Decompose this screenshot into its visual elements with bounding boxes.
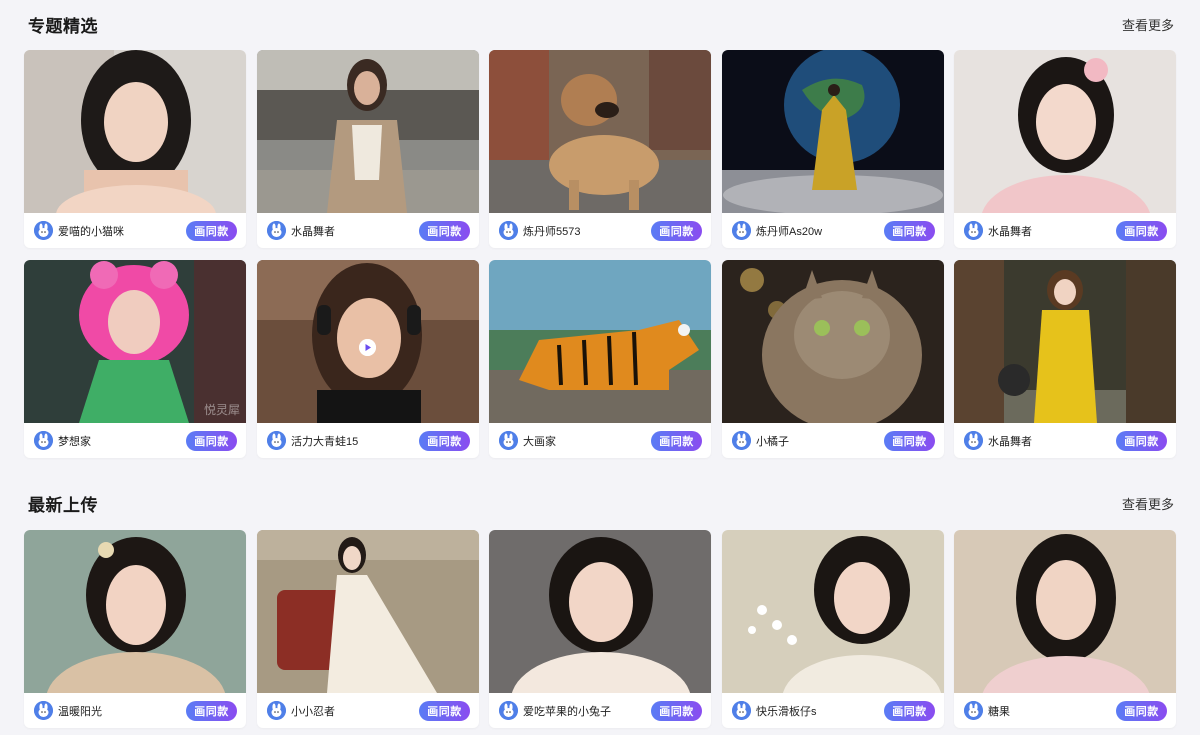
draw-same-button[interactable]: 画同款 — [186, 220, 237, 241]
view-more-link[interactable]: 查看更多 — [1122, 15, 1174, 34]
draw-same-button[interactable]: 画同款 — [419, 700, 470, 721]
username[interactable]: 活力大青蛙15 — [291, 433, 419, 449]
username[interactable]: 大画家 — [523, 433, 651, 449]
card-footer: 小小忍者 画同款 — [257, 693, 479, 728]
username[interactable]: 炼丹师5573 — [523, 223, 651, 239]
artwork-thumbnail[interactable] — [257, 50, 479, 213]
artwork-card[interactable]: 大画家 画同款 — [489, 260, 711, 458]
artwork-card[interactable]: 快乐滑板仔s 画同款 — [722, 530, 944, 728]
card-footer: 炼丹师As20w 画同款 — [722, 213, 944, 248]
user-avatar[interactable] — [732, 431, 751, 450]
user-avatar[interactable] — [499, 221, 518, 240]
user-avatar[interactable] — [34, 701, 53, 720]
artwork-card[interactable]: 小小忍者 画同款 — [257, 530, 479, 728]
artwork-thumbnail[interactable] — [954, 50, 1176, 213]
artwork-thumbnail[interactable] — [489, 50, 711, 213]
username[interactable]: 温暖阳光 — [58, 703, 186, 719]
artwork-card[interactable]: 炼丹师As20w 画同款 — [722, 50, 944, 248]
user-avatar[interactable] — [499, 701, 518, 720]
username[interactable]: 小橘子 — [756, 433, 884, 449]
artwork-thumbnail[interactable] — [257, 530, 479, 693]
username[interactable]: 爱吃苹果的小兔子 — [523, 703, 651, 719]
draw-same-button[interactable]: 画同款 — [1116, 430, 1167, 451]
artwork-card[interactable]: 小橘子 画同款 — [722, 260, 944, 458]
artwork-card[interactable]: 活力大青蛙15 画同款 — [257, 260, 479, 458]
artwork-thumbnail[interactable] — [722, 50, 944, 213]
artwork-thumbnail[interactable] — [489, 260, 711, 423]
artwork-thumbnail[interactable] — [954, 530, 1176, 693]
artwork-card[interactable]: 糖果 画同款 — [954, 530, 1176, 728]
card-footer: 小橘子 画同款 — [722, 423, 944, 458]
draw-same-button[interactable]: 画同款 — [1116, 220, 1167, 241]
section-header: 专题精选 查看更多 — [28, 9, 1174, 39]
artwork-thumbnail[interactable] — [954, 260, 1176, 423]
username[interactable]: 水晶舞者 — [291, 223, 419, 239]
username[interactable]: 水晶舞者 — [988, 223, 1116, 239]
artwork-card[interactable]: 水晶舞者 画同款 — [954, 260, 1176, 458]
play-icon[interactable] — [359, 339, 376, 356]
username[interactable]: 小小忍者 — [291, 703, 419, 719]
artwork-card[interactable]: 温暖阳光 画同款 — [24, 530, 246, 728]
artwork-card[interactable]: 水晶舞者 画同款 — [954, 50, 1176, 248]
artwork-thumbnail[interactable] — [722, 260, 944, 423]
username[interactable]: 炼丹师As20w — [756, 223, 884, 239]
artwork-card[interactable]: 爱喵的小猫咪 画同款 — [24, 50, 246, 248]
section-header: 最新上传 查看更多 — [28, 488, 1174, 518]
card-footer: 水晶舞者 画同款 — [954, 213, 1176, 248]
user-avatar[interactable] — [964, 701, 983, 720]
user-avatar[interactable] — [267, 701, 286, 720]
user-avatar[interactable] — [732, 701, 751, 720]
user-avatar[interactable] — [732, 221, 751, 240]
card-footer: 大画家 画同款 — [489, 423, 711, 458]
watermark: 悦灵犀 — [203, 403, 240, 417]
draw-same-button[interactable]: 画同款 — [651, 700, 702, 721]
draw-same-button[interactable]: 画同款 — [884, 700, 935, 721]
user-avatar[interactable] — [34, 221, 53, 240]
card-footer: 炼丹师5573 画同款 — [489, 213, 711, 248]
artwork-thumbnail[interactable] — [489, 530, 711, 693]
card-footer: 爱喵的小猫咪 画同款 — [24, 213, 246, 248]
artwork-card[interactable]: 爱吃苹果的小兔子 画同款 — [489, 530, 711, 728]
section-title: 最新上传 — [28, 495, 98, 515]
draw-same-button[interactable]: 画同款 — [419, 430, 470, 451]
artwork-thumbnail[interactable] — [722, 530, 944, 693]
draw-same-button[interactable]: 画同款 — [651, 220, 702, 241]
username[interactable]: 快乐滑板仔s — [756, 703, 884, 719]
user-avatar[interactable] — [267, 221, 286, 240]
user-avatar[interactable] — [499, 431, 518, 450]
artwork-thumbnail[interactable] — [24, 530, 246, 693]
draw-same-button[interactable]: 画同款 — [1116, 700, 1167, 721]
card-footer: 快乐滑板仔s 画同款 — [722, 693, 944, 728]
draw-same-button[interactable]: 画同款 — [651, 430, 702, 451]
artwork-card[interactable]: 悦灵犀梦想家 画同款 — [24, 260, 246, 458]
user-avatar[interactable] — [964, 221, 983, 240]
user-avatar[interactable] — [34, 431, 53, 450]
card-footer: 爱吃苹果的小兔子 画同款 — [489, 693, 711, 728]
section-title: 专题精选 — [28, 16, 98, 36]
draw-same-button[interactable]: 画同款 — [884, 220, 935, 241]
user-avatar[interactable] — [964, 431, 983, 450]
card-footer: 活力大青蛙15 画同款 — [257, 423, 479, 458]
username[interactable]: 爱喵的小猫咪 — [58, 223, 186, 239]
card-footer: 糖果 画同款 — [954, 693, 1176, 728]
card-footer: 梦想家 画同款 — [24, 423, 246, 458]
draw-same-button[interactable]: 画同款 — [884, 430, 935, 451]
artwork-card[interactable]: 炼丹师5573 画同款 — [489, 50, 711, 248]
artwork-card[interactable]: 水晶舞者 画同款 — [257, 50, 479, 248]
card-footer: 温暖阳光 画同款 — [24, 693, 246, 728]
artwork-thumbnail[interactable] — [24, 50, 246, 213]
username[interactable]: 糖果 — [988, 703, 1116, 719]
artwork-thumbnail[interactable] — [24, 260, 246, 423]
user-avatar[interactable] — [267, 431, 286, 450]
username[interactable]: 梦想家 — [58, 433, 186, 449]
view-more-link[interactable]: 查看更多 — [1122, 494, 1174, 513]
draw-same-button[interactable]: 画同款 — [186, 430, 237, 451]
username[interactable]: 水晶舞者 — [988, 433, 1116, 449]
card-footer: 水晶舞者 画同款 — [954, 423, 1176, 458]
draw-same-button[interactable]: 画同款 — [186, 700, 237, 721]
draw-same-button[interactable]: 画同款 — [419, 220, 470, 241]
card-footer: 水晶舞者 画同款 — [257, 213, 479, 248]
